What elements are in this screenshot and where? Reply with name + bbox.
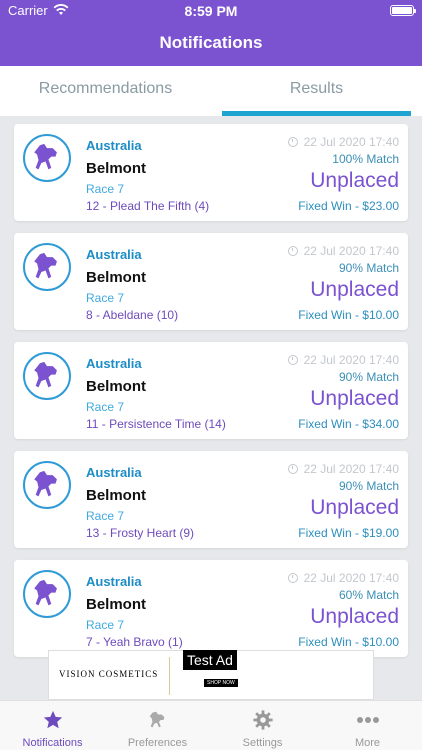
tabbar-label: Preferences: [127, 737, 188, 749]
datetime-label: 22 Jul 2020 17:40: [287, 353, 399, 367]
clock-icon: [287, 137, 298, 147]
horse-avatar-icon: [23, 352, 71, 400]
race-label: Race 7: [86, 509, 125, 523]
runner-label: 8 - Abeldane (10): [86, 308, 179, 322]
runner-label: 13 - Frosty Heart (9): [86, 526, 195, 540]
datetime-text: 22 Jul 2020 17:40: [303, 244, 399, 258]
country-label: Australia: [86, 574, 142, 589]
result-label: Unplaced: [310, 278, 399, 301]
venue-label: Belmont: [86, 269, 146, 286]
race-label: Race 7: [86, 182, 125, 196]
race-label: Race 7: [86, 618, 125, 632]
datetime-text: 22 Jul 2020 17:40: [303, 353, 399, 367]
result-label: Unplaced: [310, 605, 399, 628]
tab-bar: Notifications Preferences Settings More: [0, 700, 422, 750]
result-label: Unplaced: [310, 496, 399, 519]
runner-label: 12 - Plead The Fifth (4): [86, 199, 210, 213]
country-label: Australia: [86, 465, 142, 480]
payout-label: Fixed Win - $34.00: [298, 417, 399, 431]
notification-card[interactable]: Australia Belmont Race 7 11 - Persistence T…: [14, 342, 408, 439]
page-title: Notifications: [159, 33, 263, 52]
header: Carrier 8:59 PM Notifications: [0, 0, 422, 66]
venue-label: Belmont: [86, 487, 146, 504]
country-label: Australia: [86, 247, 142, 262]
tab-recommendations[interactable]: Recommendations: [0, 66, 211, 116]
datetime-text: 22 Jul 2020 17:40: [303, 462, 399, 476]
tabbar-label: More: [354, 737, 381, 749]
runner-label: 11 - Persistence Time (14): [86, 417, 226, 431]
datetime-label: 22 Jul 2020 17:40: [287, 571, 399, 585]
race-label: Race 7: [86, 400, 125, 414]
ad-brand-text: VISION COSMETICS: [59, 669, 159, 679]
status-time: 8:59 PM: [184, 3, 238, 19]
payout-label: Fixed Win - $10.00: [298, 308, 399, 322]
horse-avatar-icon: [23, 570, 71, 618]
payout-label: Fixed Win - $10.00: [298, 635, 399, 649]
tabbar-notifications[interactable]: Notifications: [0, 701, 105, 750]
venue-label: Belmont: [86, 160, 146, 177]
result-label: Unplaced: [310, 387, 399, 410]
horse-avatar-icon: [23, 461, 71, 509]
match-label: 90% Match: [338, 370, 399, 384]
tab-results[interactable]: Results: [211, 66, 422, 116]
datetime-label: 22 Jul 2020 17:40: [287, 244, 399, 258]
tabbar-more[interactable]: More: [315, 701, 420, 750]
tabbar-preferences[interactable]: Preferences: [105, 701, 210, 750]
venue-label: Belmont: [86, 378, 146, 395]
tabbar-label: Settings: [242, 737, 283, 749]
ad-label: Test Ad: [183, 650, 237, 670]
clock-icon: [287, 355, 298, 365]
clock-icon: [287, 573, 298, 583]
battery-icon: [390, 5, 416, 16]
horse-avatar-icon: [23, 243, 71, 291]
match-label: 60% Match: [338, 588, 399, 602]
race-label: Race 7: [86, 291, 125, 305]
venue-label: Belmont: [86, 596, 146, 613]
tabbar-label: Notifications: [22, 737, 83, 749]
runner-label: 7 - Yeah Bravo (1): [86, 635, 183, 649]
ad-cta-button[interactable]: SHOP NOW: [204, 679, 238, 687]
tabbar-settings[interactable]: Settings: [210, 701, 315, 750]
datetime-text: 22 Jul 2020 17:40: [303, 135, 399, 149]
notification-card[interactable]: Australia Belmont Race 7 8 - Abeldane (10) 2…: [14, 233, 408, 330]
match-label: 90% Match: [338, 261, 399, 275]
notification-card[interactable]: Australia Belmont Race 7 13 - Frosty Heart …: [14, 451, 408, 548]
datetime-text: 22 Jul 2020 17:40: [303, 571, 399, 585]
clock-icon: [287, 464, 298, 474]
gear-icon: [210, 709, 315, 731]
clock-icon: [287, 246, 298, 256]
match-label: 100% Match: [332, 152, 399, 166]
notification-card[interactable]: Australia Belmont Race 7 12 - Plead The Fif…: [14, 124, 408, 221]
status-bar: Carrier 8:59 PM: [0, 0, 422, 22]
horse-icon: [105, 709, 210, 731]
country-label: Australia: [86, 356, 142, 371]
ad-divider: [169, 657, 170, 695]
match-label: 90% Match: [338, 479, 399, 493]
star-icon: [0, 709, 105, 731]
datetime-label: 22 Jul 2020 17:40: [287, 135, 399, 149]
country-label: Australia: [86, 138, 142, 153]
horse-avatar-icon: [23, 134, 71, 182]
payout-label: Fixed Win - $19.00: [298, 526, 399, 540]
segment-tabs: Recommendations Results: [0, 66, 422, 116]
datetime-label: 22 Jul 2020 17:40: [287, 462, 399, 476]
notification-card[interactable]: Australia Belmont Race 7 7 - Yeah Bravo (1)…: [14, 560, 408, 657]
notification-list[interactable]: Australia Belmont Race 7 12 - Plead The Fif…: [0, 116, 422, 698]
more-icon: [315, 709, 420, 731]
result-label: Unplaced: [310, 169, 399, 192]
payout-label: Fixed Win - $23.00: [298, 199, 399, 213]
